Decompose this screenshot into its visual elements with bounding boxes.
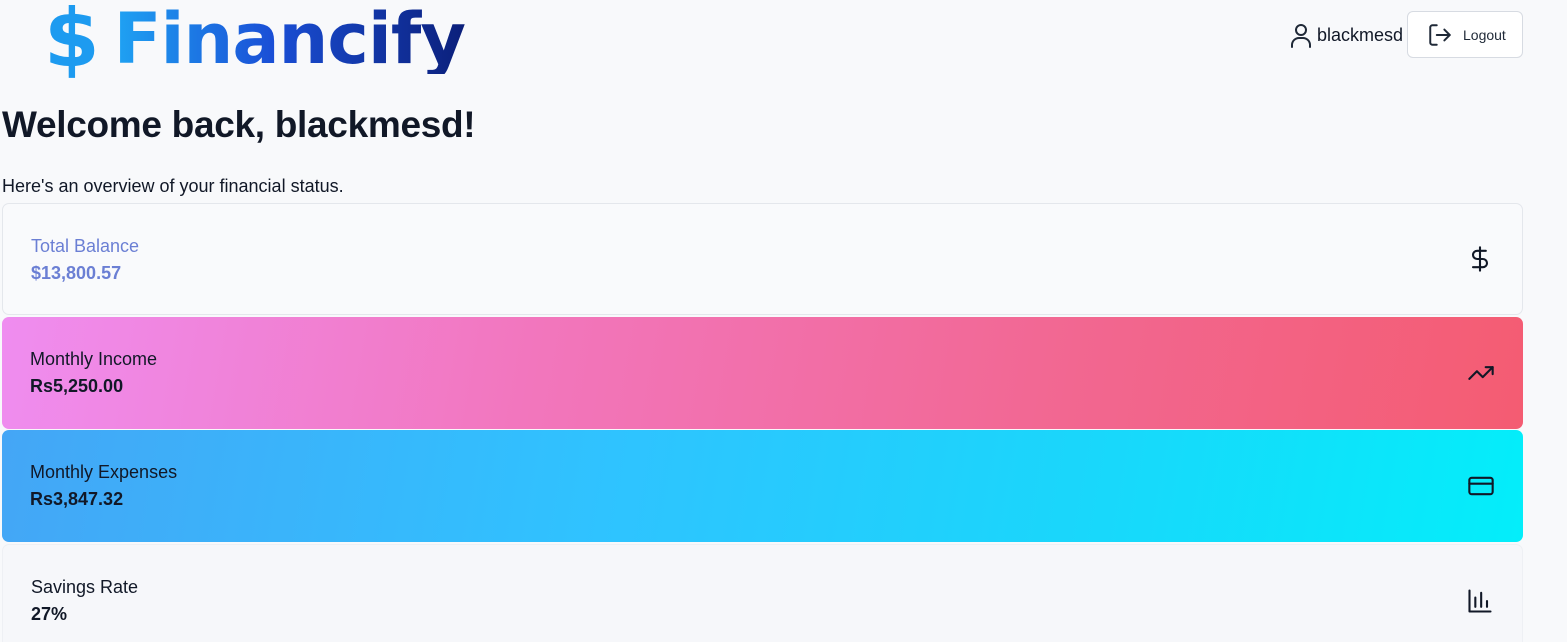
card-label: Savings Rate: [31, 577, 139, 597]
username: blackmesd: [1317, 24, 1404, 45]
savings-rate-card: Savings Rate 27%: [2, 544, 1523, 642]
monthly-income-card: Monthly Income Rs5,250.00: [2, 317, 1523, 429]
app-logo[interactable]: $ Financify: [44, 0, 466, 85]
credit-card-icon: [1468, 476, 1494, 496]
bar-chart-icon: [1468, 589, 1492, 613]
page-title: Welcome back, blackmesd!: [2, 104, 476, 145]
page-subtitle: Here's an overview of your financial sta…: [2, 176, 344, 196]
card-value: $13,800.57: [31, 263, 122, 283]
logout-icon: [1429, 23, 1451, 46]
card-label: Monthly Expenses: [30, 462, 178, 482]
dashboard-page: $ Financify blackmesd Logout Welcome bac…: [0, 0, 1567, 642]
card-label: Total Balance: [31, 236, 140, 256]
total-balance-card: Total Balance $13,800.57: [2, 203, 1523, 315]
logout-label: Logout: [1463, 26, 1506, 43]
logout-button[interactable]: Logout: [1407, 11, 1523, 58]
logo-text: Financify: [113, 0, 466, 80]
dollar-icon: [1471, 246, 1489, 272]
logo-dollar-icon: $: [44, 0, 100, 85]
card-label: Monthly Income: [30, 349, 158, 369]
monthly-expenses-card: Monthly Expenses Rs3,847.32: [2, 430, 1523, 542]
card-value: Rs5,250.00: [30, 376, 124, 396]
trending-up-icon: [1468, 366, 1494, 380]
card-value: Rs3,847.32: [30, 489, 124, 509]
card-value: 27%: [31, 604, 68, 624]
user-display: blackmesd: [1289, 20, 1403, 50]
user-icon: [1291, 24, 1311, 48]
